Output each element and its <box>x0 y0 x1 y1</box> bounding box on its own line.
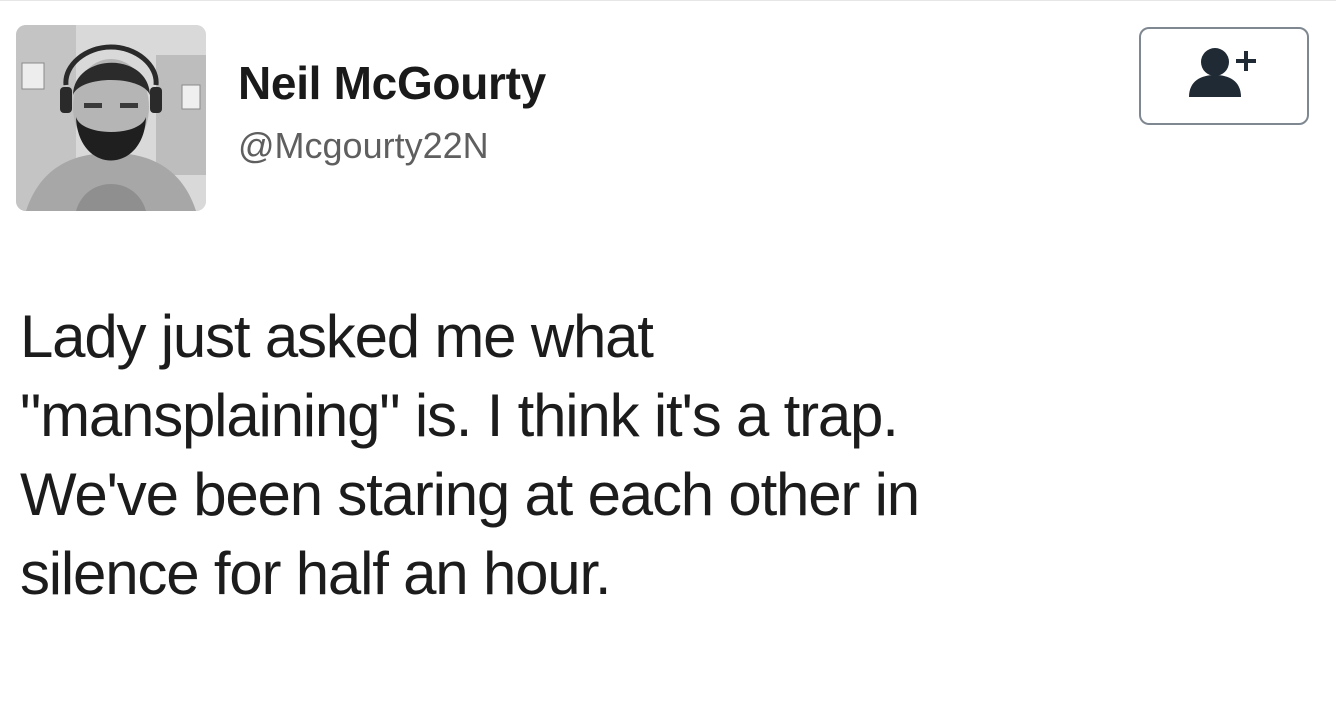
add-user-icon <box>1187 45 1261 108</box>
tweet-text-line: We've been staring at each other in <box>20 461 920 528</box>
author-display-name[interactable]: Neil McGourty <box>238 56 546 110</box>
tweet-card: Neil McGourty @Mcgourty22N Lady just ask… <box>0 0 1336 714</box>
avatar-photo <box>16 25 206 211</box>
tweet-text-line: silence for half an hour. <box>20 540 612 607</box>
author-handle[interactable]: @Mcgourty22N <box>238 125 489 167</box>
tweet-text-line: Lady just asked me what <box>20 303 654 370</box>
tweet-text: Lady just asked me what "mansplaining" i… <box>20 297 1310 613</box>
follow-button[interactable] <box>1139 27 1309 125</box>
avatar[interactable] <box>16 25 206 211</box>
tweet-text-line: "mansplaining" is. I think it's a trap. <box>20 382 899 449</box>
